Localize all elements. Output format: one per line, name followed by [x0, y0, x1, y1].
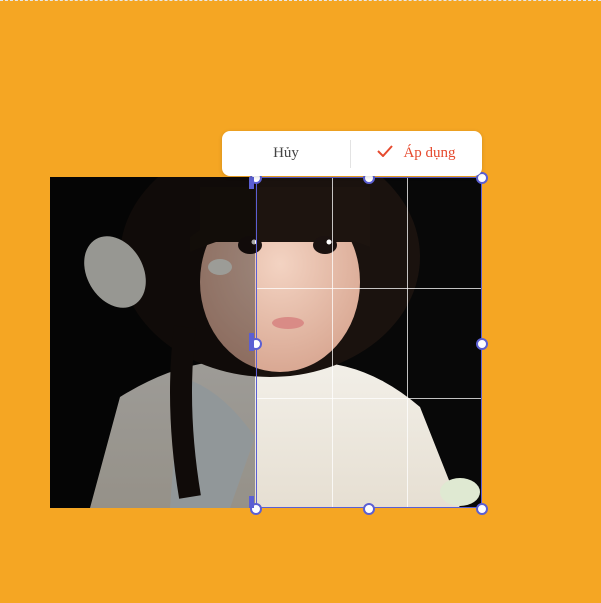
cancel-button[interactable]: Hủy — [222, 131, 350, 176]
crop-toolbar: Hủy Áp dụng — [222, 131, 482, 176]
crop-edge-marker-bottom[interactable] — [249, 496, 254, 508]
crop-edge-marker-middle[interactable] — [249, 333, 254, 351]
apply-button[interactable]: Áp dụng — [351, 131, 482, 176]
crop-handle-bottom-right[interactable] — [476, 503, 488, 515]
crop-edge-marker-top[interactable] — [249, 177, 254, 189]
apply-button-label: Áp dụng — [403, 145, 456, 161]
grid-line-vertical — [407, 178, 408, 507]
crop-handle-right[interactable] — [476, 338, 488, 350]
grid-line-vertical — [332, 178, 333, 507]
crop-handle-bottom[interactable] — [363, 503, 375, 515]
checkmark-icon — [377, 145, 394, 162]
canvas-top-border — [0, 0, 601, 1]
crop-outside-overlay — [50, 177, 255, 508]
grid-line-horizontal — [257, 288, 481, 289]
grid-line-horizontal — [257, 398, 481, 399]
crop-frame[interactable] — [256, 177, 482, 508]
cancel-button-label: Hủy — [273, 145, 299, 161]
